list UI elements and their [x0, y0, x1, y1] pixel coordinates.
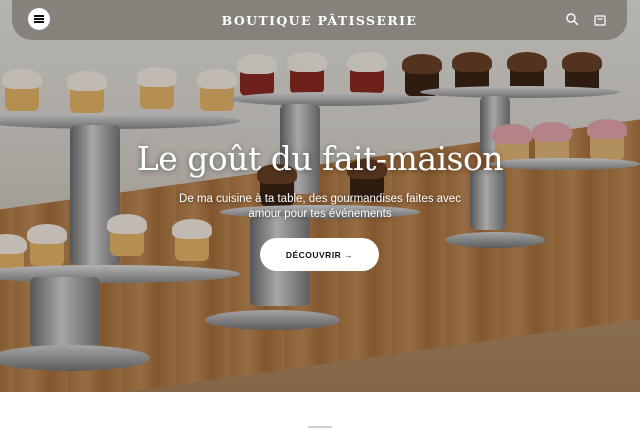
- brand-logo-text[interactable]: BOUTIQUE PÂTISSERIE: [222, 13, 418, 28]
- hero-banner: Le goût du fait-maison De ma cuisine à t…: [0, 0, 640, 392]
- header-bar: BOUTIQUE PÂTISSERIE: [12, 0, 627, 40]
- search-icon[interactable]: [565, 12, 579, 26]
- section-divider: [308, 426, 332, 428]
- hero-title: Le goût du fait-maison: [136, 139, 504, 178]
- hamburger-menu-icon[interactable]: [28, 8, 50, 30]
- discover-button[interactable]: DÉCOUVRIR →: [260, 238, 379, 271]
- shopping-bag-icon[interactable]: [593, 12, 607, 26]
- hero-subtitle: De ma cuisine à ta table, des gourmandis…: [179, 193, 461, 220]
